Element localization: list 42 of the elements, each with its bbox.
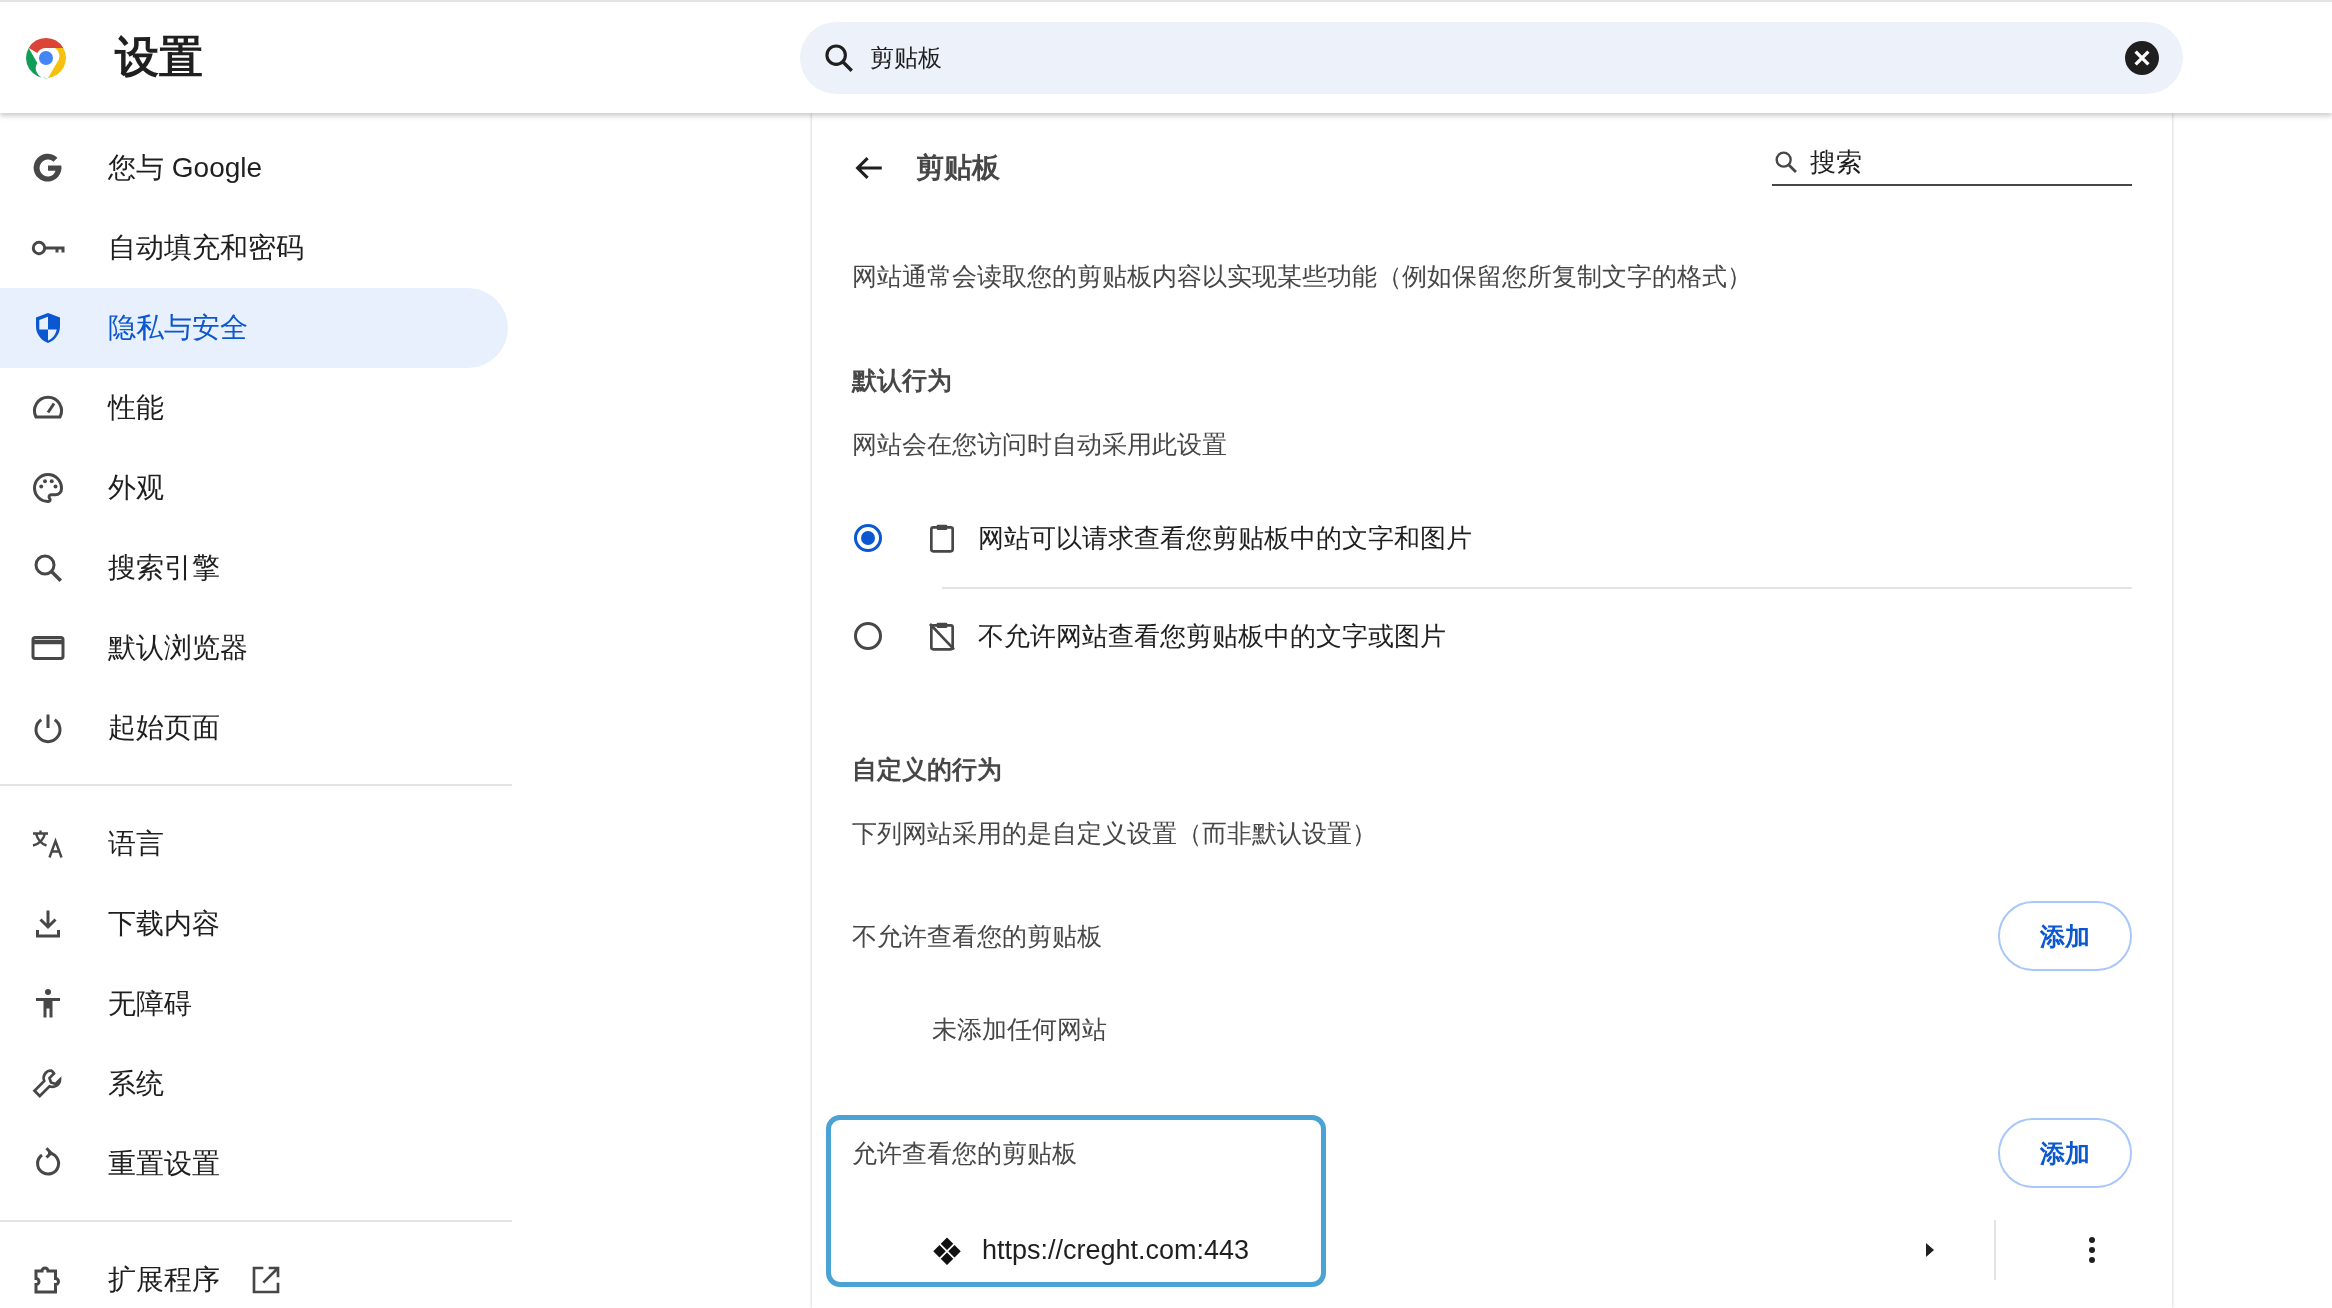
description-text: 网站通常会读取您的剪贴板内容以实现某些功能（例如保留您所复制文字的格式） — [852, 261, 1753, 292]
list-title: 允许查看您的剪贴板 — [852, 1137, 1077, 1169]
sidebar-item[interactable]: 无障碍 — [0, 964, 508, 1044]
radio-button[interactable] — [854, 622, 882, 650]
empty-list-text: 未添加任何网站 — [932, 1014, 1108, 1045]
add-button[interactable]: 添加 — [1998, 901, 2132, 971]
sidebar-item[interactable]: 系统 — [0, 1044, 508, 1124]
sidebar-item[interactable]: 重置设置 — [0, 1124, 508, 1204]
list-title: 不允许查看您的剪贴板 — [852, 920, 1102, 952]
sidebar-item[interactable]: 您与 Google — [0, 128, 508, 208]
site-favicon-icon — [932, 1235, 962, 1265]
section-subtext: 下列网站采用的是自定义设置（而非默认设置） — [852, 818, 1378, 849]
caret-right-icon[interactable] — [1924, 1242, 1936, 1258]
sidebar-item[interactable]: 语言 — [0, 804, 508, 884]
sidebar-item[interactable]: 下载内容 — [0, 884, 508, 964]
external-link-icon — [250, 1264, 282, 1296]
palette-icon — [30, 470, 66, 506]
clear-icon[interactable] — [2125, 40, 2159, 75]
sidebar-item[interactable]: 自动填充和密码 — [0, 208, 508, 288]
option-label: 不允许网站查看您剪贴板中的文字或图片 — [978, 619, 1446, 653]
page-title: 剪贴板 — [916, 151, 1001, 185]
sidebar-item[interactable]: 搜索引擎 — [0, 528, 508, 608]
search-query: 剪贴板 — [870, 42, 943, 73]
settings-title: 设置 — [115, 31, 204, 83]
sidebar-item[interactable]: 起始页面 — [0, 688, 508, 768]
search-field[interactable]: 剪贴板 — [800, 21, 2183, 94]
sidebar-item[interactable]: 外观 — [0, 448, 508, 528]
site-url[interactable]: https://creght.com:443 — [982, 1234, 1924, 1266]
sidebar-item[interactable]: 隐私与安全 — [0, 288, 508, 368]
section-heading: 默认行为 — [852, 365, 953, 396]
radio-button[interactable] — [854, 524, 882, 552]
sidebar-item[interactable]: 性能 — [0, 368, 508, 448]
section-subtext: 网站会在您访问时自动采用此设置 — [852, 429, 1228, 460]
sidebar-item[interactable]: 默认浏览器 — [0, 608, 508, 688]
search-placeholder: 搜索 — [1810, 145, 1863, 179]
section-heading: 自定义的行为 — [852, 754, 1003, 785]
search-field[interactable]: 搜索 — [1772, 144, 2132, 186]
add-button[interactable]: 添加 — [1998, 1118, 2132, 1188]
more-menu-icon[interactable] — [2088, 1236, 2096, 1264]
sidebar-item[interactable]: 扩展程序 — [0, 1240, 508, 1308]
crossed-clipboard-icon — [926, 620, 958, 652]
option-label: 网站可以请求查看您剪贴板中的文字和图片 — [978, 521, 1472, 555]
